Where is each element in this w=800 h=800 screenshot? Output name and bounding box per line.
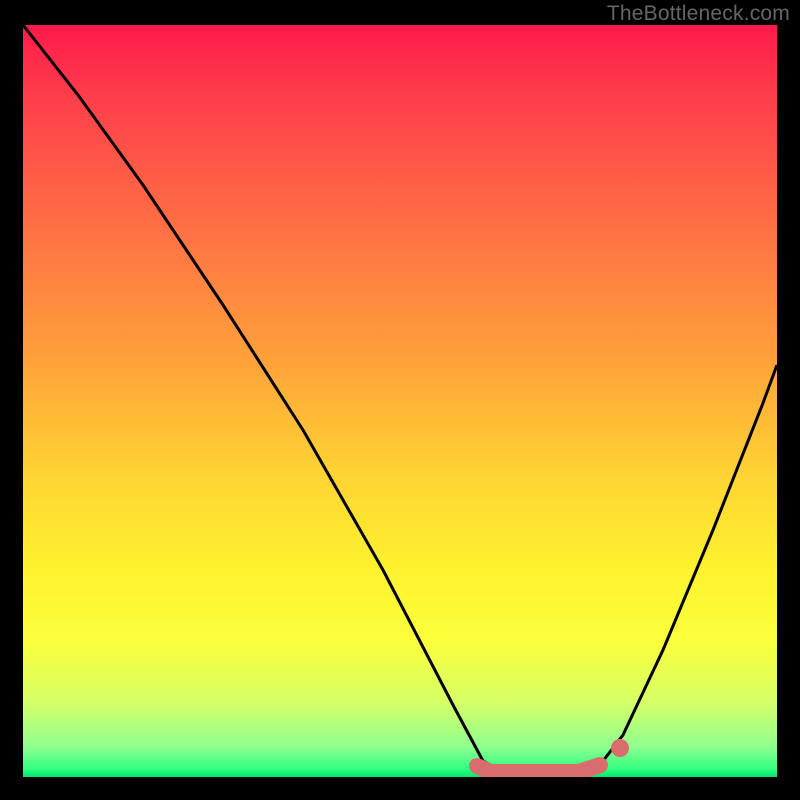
bottleneck-curve	[23, 25, 777, 769]
chart-svg	[23, 25, 777, 777]
watermark-text: TheBottleneck.com	[607, 2, 790, 26]
chart-frame: TheBottleneck.com	[0, 0, 800, 800]
highlight-dot	[611, 739, 629, 757]
optimal-range-highlight	[477, 765, 600, 772]
plot-area	[23, 25, 777, 777]
